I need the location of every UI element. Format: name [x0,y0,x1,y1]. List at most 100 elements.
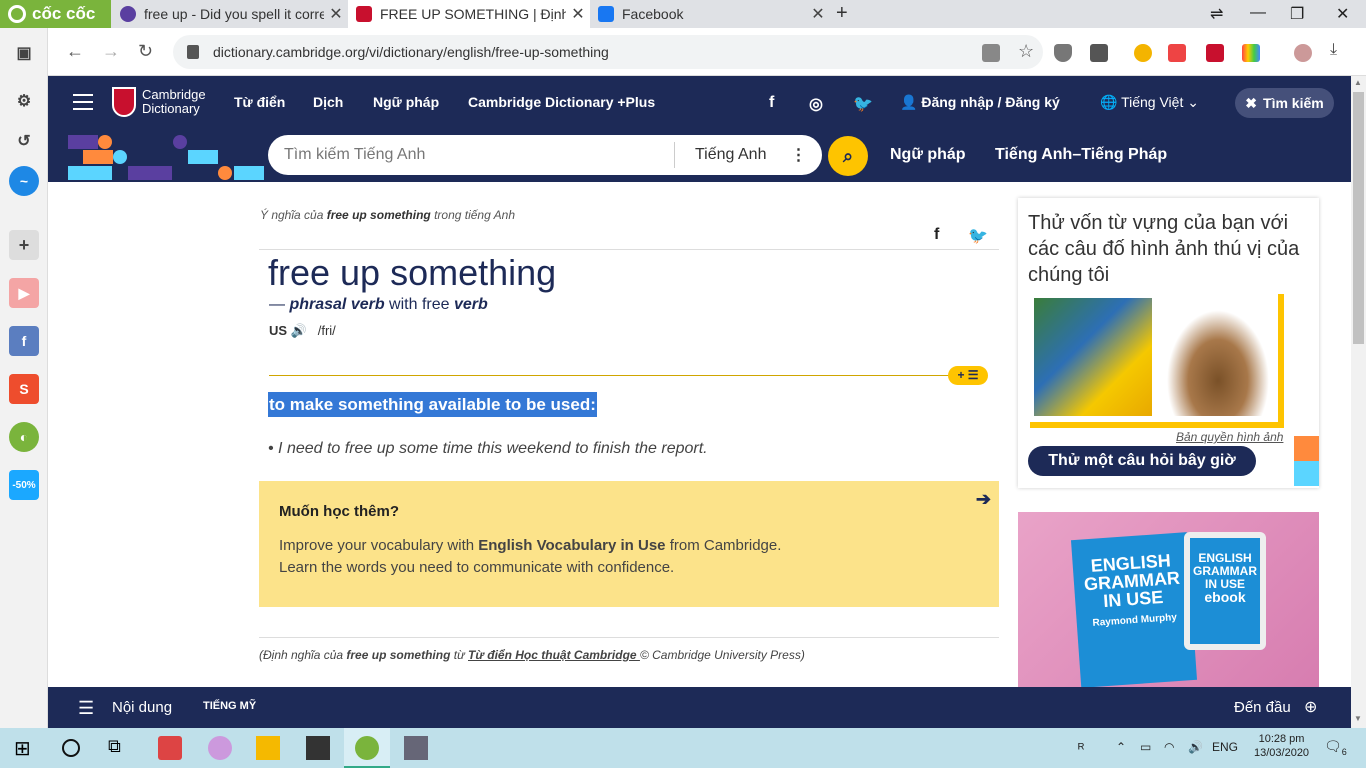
people-icon[interactable]: ᴿ [1078,740,1084,756]
app-icon[interactable] [404,736,428,760]
history-icon[interactable]: ↺ [9,126,39,156]
scroll-down-icon[interactable]: ▼ [1354,714,1362,723]
arrow-right-icon[interactable]: ➔ [976,489,991,510]
back-to-top-button[interactable]: Đến đầu [1234,699,1291,716]
logo-line1: Cambridge [142,87,206,102]
maximize-button[interactable]: ❐ [1290,4,1304,24]
profile-avatar[interactable] [1294,44,1312,62]
tablet-image: ENGLISH GRAMMAR IN USE ebook [1184,532,1266,650]
instagram-icon[interactable]: ◎ [809,94,823,114]
tab-cambridge[interactable]: FREE UP SOMETHING | Định n ✕ [348,0,590,28]
input-language[interactable]: ENG [1212,740,1238,754]
twitter-icon[interactable]: 🐦 [853,94,873,114]
extension-icon[interactable] [1206,44,1224,62]
try-quiz-button[interactable]: Thử một câu hỏi bây giờ [1028,446,1256,476]
breadcrumb-word: free up something [326,208,431,222]
chevron-up-icon[interactable]: ⌃ [1116,740,1126,754]
audio-speaker-icon[interactable]: 🔊 [291,323,307,338]
decorative-shape [1294,436,1319,461]
minimize-button[interactable]: — [1250,4,1266,22]
tab-facebook[interactable]: Facebook ✕ [590,0,830,28]
clock[interactable]: 10:28 pm 13/03/2020 [1254,732,1309,760]
image-copyright-link[interactable]: Bản quyền hình ảnh [1176,430,1283,444]
address-bar[interactable]: dictionary.cambridge.org/vi/dictionary/e… [173,35,1043,69]
share-twitter-icon[interactable]: 🐦 [968,226,988,246]
extension-icon[interactable] [1242,44,1260,62]
language-selector[interactable]: 🌐 Tiếng Việt ⌄ [1100,94,1199,111]
menu-icon[interactable]: ☰ [78,698,94,719]
nav-translate[interactable]: Dịch [313,94,343,110]
search-toggle-button[interactable]: ✖ Tìm kiếm [1235,88,1334,118]
coccoc-menu-button[interactable]: cốc cốc [0,0,111,28]
grammar-link[interactable]: Ngữ pháp [890,146,966,164]
add-to-wordlist-button[interactable]: + ☰ [948,366,988,385]
restore-tabs-icon[interactable]: ⇌ [1210,4,1223,24]
file-explorer-icon[interactable] [256,736,280,760]
new-tab-button[interactable]: + [836,2,848,25]
scroll-thumb[interactable] [1353,92,1364,344]
messenger-icon[interactable]: ~ [9,166,39,196]
page-scrollbar[interactable]: ▲ ▼ [1351,76,1366,728]
nav-dictionary[interactable]: Từ điển [234,94,285,110]
forward-button[interactable]: → [102,41,120,62]
notification-icon[interactable]: 🗨6 [1324,738,1347,757]
cambridge-logo[interactable]: Cambridge Dictionary [112,87,206,117]
tab-label: FREE UP SOMETHING | Định n [380,6,566,22]
new-extension-icon[interactable] [1168,44,1186,62]
download-arrow-icon[interactable]: ⤓ [1330,41,1348,59]
region-button[interactable]: TIẾNG MỸ [203,700,256,712]
close-window-button[interactable]: ✕ [1336,4,1349,24]
contents-button[interactable]: Nội dung [112,699,172,716]
english-french-link[interactable]: Tiếng Anh–Tiếng Pháp [995,146,1167,164]
add-app-icon[interactable]: + [9,230,39,260]
settings-icon[interactable]: ⚙ [9,86,39,116]
search-icon[interactable] [62,739,80,757]
tab-spell-check[interactable]: free up - Did you spell it corre ✕ [112,0,348,28]
search-submit-button[interactable]: ⌕ [828,136,868,176]
coccoc-taskbar-button[interactable] [344,728,390,768]
credit-mid: từ [450,648,469,662]
shield-icon[interactable] [1054,44,1072,62]
close-tab-icon[interactable]: ✕ [324,4,348,24]
tiki-icon[interactable]: -50% [9,470,39,500]
credit-source-link[interactable]: Từ điển Học thuật Cambridge [468,648,640,662]
facebook-icon[interactable]: f [9,326,39,356]
close-tab-icon[interactable]: ✕ [806,4,830,24]
task-view-icon[interactable]: ⧉ [108,736,132,760]
nav-grammar[interactable]: Ngữ pháp [373,94,439,110]
headword: free up something [268,252,557,293]
app-icon[interactable] [158,736,182,760]
shopee-icon[interactable]: S [9,374,39,404]
scroll-up-icon[interactable]: ▲ [1354,78,1362,87]
url-text: dictionary.cambridge.org/vi/dictionary/e… [213,44,609,60]
extension-icon[interactable] [1134,44,1152,62]
sidebar-toggle-icon[interactable]: ▣ [9,38,39,68]
windows-start-icon[interactable]: ⊞ [14,736,38,760]
share-facebook-icon[interactable]: f [934,226,939,244]
login-link[interactable]: 👤 Đăng nhập / Đăng ký [900,94,1060,111]
learn-more-promo[interactable]: Muốn học thêm? Improve your vocabulary w… [259,481,999,607]
translate-icon[interactable] [982,44,1000,62]
close-tab-icon[interactable]: ✕ [566,4,590,24]
download-icon[interactable] [1090,44,1108,62]
grammar-book-ad[interactable]: ENGLISH GRAMMAR IN USE Raymond Murphy ENG… [1018,512,1319,688]
menu-icon[interactable] [73,94,93,115]
bookmark-star-icon[interactable]: ☆ [1018,41,1036,61]
search-box[interactable]: Tìm kiếm Tiếng Anh Tiếng Anh ⋮ [268,135,822,175]
facebook-icon[interactable]: f [769,94,774,112]
reload-button[interactable]: ↻ [138,41,153,62]
quiz-images[interactable] [1030,294,1284,428]
youtube-icon[interactable]: ▶ [9,278,39,308]
search-input[interactable]: Tìm kiếm Tiếng Anh [284,146,674,164]
coccoc-icon[interactable]: ◐ [9,422,39,452]
volume-icon[interactable]: 🔊 [1188,740,1203,754]
network-icon[interactable]: ◠ [1164,740,1174,754]
battery-icon[interactable]: ▭ [1140,740,1151,754]
dictionary-selector[interactable]: Tiếng Anh [695,146,766,164]
nav-plus[interactable]: Cambridge Dictionary +Plus [468,94,655,110]
more-options-icon[interactable]: ⋮ [790,145,806,165]
app-icon[interactable] [208,736,232,760]
arrow-up-icon[interactable]: ⊕ [1304,697,1317,717]
sticky-notes-icon[interactable] [306,736,330,760]
back-button[interactable]: ← [66,41,84,62]
